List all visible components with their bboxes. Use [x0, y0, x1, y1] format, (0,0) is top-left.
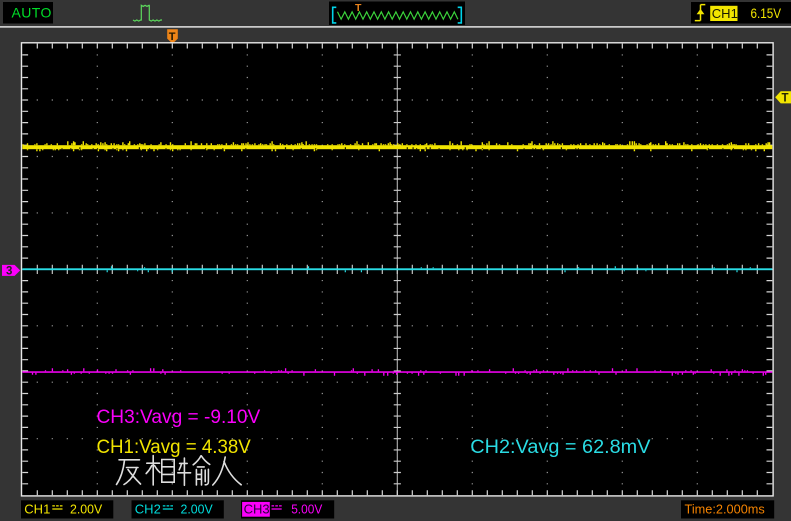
svg-text:3: 3	[6, 266, 12, 278]
svg-text:CH1:Vavg = 4.38V: CH1:Vavg = 4.38V	[97, 437, 252, 458]
svg-text:CH2: CH2	[135, 502, 161, 517]
svg-text:CH3: CH3	[244, 502, 270, 517]
svg-text:5.00V: 5.00V	[291, 502, 322, 517]
svg-text:6.15V: 6.15V	[751, 6, 782, 21]
svg-text:AUTO: AUTO	[12, 5, 52, 21]
svg-text:CH2:Vavg = 62.8mV: CH2:Vavg = 62.8mV	[470, 437, 651, 458]
svg-text:T: T	[355, 2, 362, 14]
svg-text:T: T	[169, 31, 176, 43]
svg-text:CH1: CH1	[24, 502, 50, 517]
svg-text:CH3:Vavg = -9.10V: CH3:Vavg = -9.10V	[97, 407, 261, 428]
svg-text:2.00V: 2.00V	[181, 502, 214, 517]
svg-text:CH1: CH1	[712, 6, 738, 21]
svg-text:Time:2.000ms: Time:2.000ms	[685, 502, 766, 517]
svg-text:2.00V: 2.00V	[70, 502, 103, 517]
svg-text:T: T	[782, 93, 789, 105]
